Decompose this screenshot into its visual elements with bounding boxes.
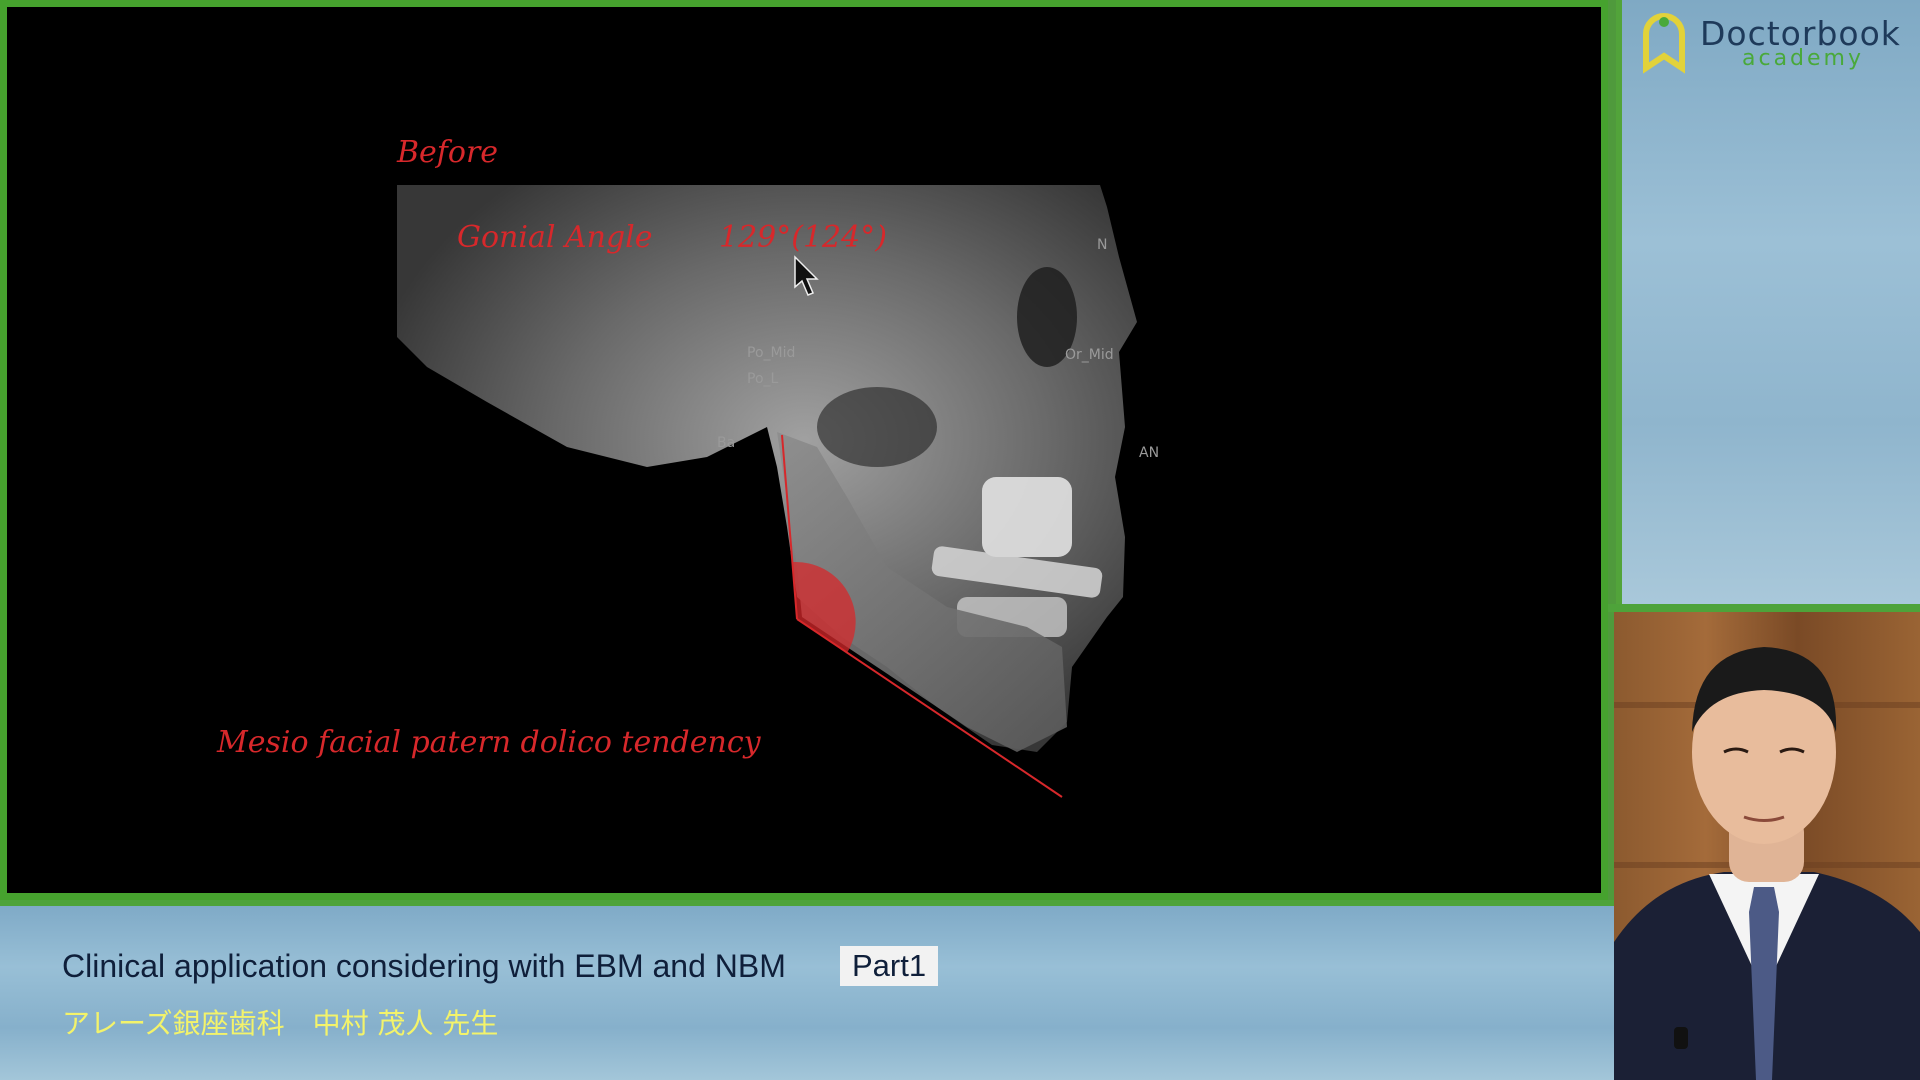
facial-pattern-note: Mesio facial patern dolico tendency — [216, 725, 762, 760]
sinus-shadow — [817, 387, 937, 467]
panel-divider — [1608, 604, 1920, 612]
upper-teeth — [982, 477, 1072, 557]
gonial-angle-value: 129°(124°) — [719, 220, 887, 255]
logo-subtitle: academy — [1742, 46, 1865, 71]
gonial-angle-label: Gonial Angle — [457, 220, 653, 255]
slide-content: Before Gonial Angle 129°(124°) Mesio fac… — [7, 7, 1601, 893]
doctorbook-logo-icon — [1643, 13, 1685, 74]
part-badge: Part1 — [840, 946, 939, 986]
presenter-video — [1614, 612, 1920, 1080]
landmark-an: AN — [1139, 445, 1159, 461]
presenter-image — [1614, 647, 1920, 1080]
lecturer-name: アレーズ銀座歯科 中村 茂人 先生 — [62, 1007, 499, 1040]
landmark-n: N — [1097, 237, 1107, 253]
caption-bar: Clinical application considering with EB… — [0, 900, 1614, 1080]
landmark-po-mid: Po_Mid — [747, 345, 795, 361]
landmark-or-mid: Or_Mid — [1065, 347, 1114, 363]
cephalogram-figure: Before Gonial Angle 129°(124°) Mesio fac… — [216, 135, 1159, 798]
slide-frame: Before Gonial Angle 129°(124°) Mesio fac… — [0, 0, 1608, 900]
before-label: Before — [396, 135, 498, 170]
landmark-po-l: Po_L — [747, 371, 779, 387]
lecture-title: Clinical application considering with EB… — [62, 948, 786, 984]
landmark-ba: Ba — [717, 435, 735, 451]
logo-panel: Doctorbook academy — [1616, 0, 1920, 604]
